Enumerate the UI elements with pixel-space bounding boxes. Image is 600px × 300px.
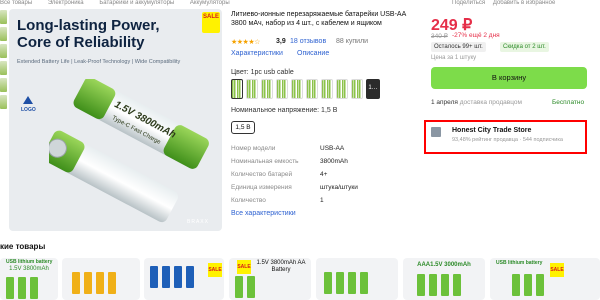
color-swatch[interactable] [246,79,258,99]
add-to-cart-button[interactable]: В корзину [431,67,587,89]
logo-icon [23,96,33,104]
seller-name[interactable]: Honest City Trade Store [452,127,531,134]
delivery-info: 1 апреля доставка продавцом [431,99,522,106]
product-card[interactable]: AAA1.5V 3000mAh [403,258,485,300]
delivery-date: 1 апреля [431,99,458,106]
card-tag: USB lithium battery [6,259,53,265]
delivery-method: доставка продавцом [459,99,522,106]
product-main-image[interactable]: Long-lasting Power, Core of Reliability … [9,9,222,231]
card-text: 1.5V 3800mAh [9,266,49,272]
spec-name: Количество [231,197,266,204]
tab-description[interactable]: Описание [297,50,329,57]
favorite-link[interactable]: Добавить в избранное [493,0,555,6]
color-swatch[interactable] [306,79,318,99]
breadcrumb-item[interactable]: Электроника [48,0,84,6]
all-specs-link[interactable]: Все характеристики [231,210,296,217]
thumbnail[interactable] [0,44,7,58]
product-card[interactable]: SALE [144,258,224,300]
color-swatch[interactable] [291,79,303,99]
card-text: 1.5V 3800mAh AA Battery [256,260,306,273]
color-swatches: 1… [231,79,380,99]
spec-name: Номинальная емкость [231,158,299,165]
battery-illustration: 1.5V 3800mAh Type-C Fast Charge [49,79,209,223]
sale-badge: SALE [550,263,564,277]
color-swatch[interactable] [231,79,243,99]
spec-value: 1 [320,197,324,204]
brand-logo: LOGO [21,95,36,113]
card-text: AAA1.5V 3000mAh [417,262,471,268]
bulk-discount-badge[interactable]: Скидка от 2 шт. [500,42,549,52]
spec-name: Единица измерения [231,184,292,191]
delivery-cost: Бесплатно [552,99,585,106]
spec-value: 4+ [320,171,328,178]
more-colors-button[interactable]: 1… [366,79,380,99]
share-link[interactable]: Поделиться [452,0,485,6]
discount-text: -27% ещё 2 дня [452,32,500,39]
thumbnail[interactable] [0,95,7,109]
color-swatch[interactable] [261,79,273,99]
store-icon [431,127,441,137]
color-swatch[interactable] [351,79,363,99]
color-label: Цвет: 1pc usb cable [231,69,294,76]
breadcrumb-item[interactable]: Все товары [0,0,32,6]
product-card[interactable]: USB lithium battery SALE [490,258,600,300]
color-swatch[interactable] [276,79,288,99]
thumbnail[interactable] [0,27,7,41]
seller-subscribers: 544 подписчика [522,137,563,143]
thumbnail[interactable] [0,78,7,92]
voltage-option[interactable]: 1,5 В [231,121,255,134]
bought-count: 88 купили [336,38,369,45]
reviews-link[interactable]: 18 отзывов [290,38,326,45]
hero-subtitle: Extended Battery Life | Leak-Proof Techn… [17,59,181,65]
color-swatch[interactable] [336,79,348,99]
spec-name: Количество батарей [231,171,293,178]
card-tag: USB lithium battery [496,260,543,266]
tab-specifications[interactable]: Характеристики [231,50,283,57]
thumbnail-strip [0,10,8,112]
sale-badge: SALE [237,260,251,274]
seller-rating: 93,48% рейтинг продавца [452,137,518,143]
sale-badge: SALE [208,263,222,277]
thumbnail[interactable] [0,10,7,24]
similar-products-title: кие товары [0,242,46,251]
product-card[interactable]: 1.5V 3800mAh AA Battery SALE [229,258,311,300]
rating-stars-icon: ★★★★☆ [231,39,260,46]
spec-value: USB-AA [320,145,345,152]
spec-value: 3800mAh [320,158,348,165]
breadcrumb-item[interactable]: Батарейки и аккумуляторы [99,0,174,6]
thumbnail[interactable] [0,61,7,75]
stock-badge: Осталось 99+ шт. [431,42,486,52]
sale-badge: SALE [202,12,220,33]
product-title: Литиево-ионные перезаряжаемые батарейки … [231,11,406,27]
breadcrumb-item[interactable]: Аккумуляторы [190,0,230,6]
color-swatch[interactable] [321,79,333,99]
hero-brand-watermark: BRAXX [187,219,209,225]
rating-value: 3,9 [276,38,286,45]
seller-meta: 93,48% рейтинг продавца · 544 подписчика [452,137,563,143]
product-card[interactable]: USB lithium battery 1.5V 3800mAh [0,258,58,300]
voltage-label: Номинальное напряжение: 1,5 В [231,107,338,114]
spec-value: штука/штуки [320,184,358,191]
old-price: 340 ₽ [431,33,448,40]
unit-price: Цена за 1 штуку [431,55,477,61]
spec-name: Номер модели [231,145,276,152]
product-card[interactable] [62,258,140,300]
product-card[interactable] [316,258,398,300]
hero-title: Long-lasting Power, Core of Reliability [17,17,160,51]
breadcrumb: Все товары Электроника Батарейки и аккум… [0,0,600,6]
